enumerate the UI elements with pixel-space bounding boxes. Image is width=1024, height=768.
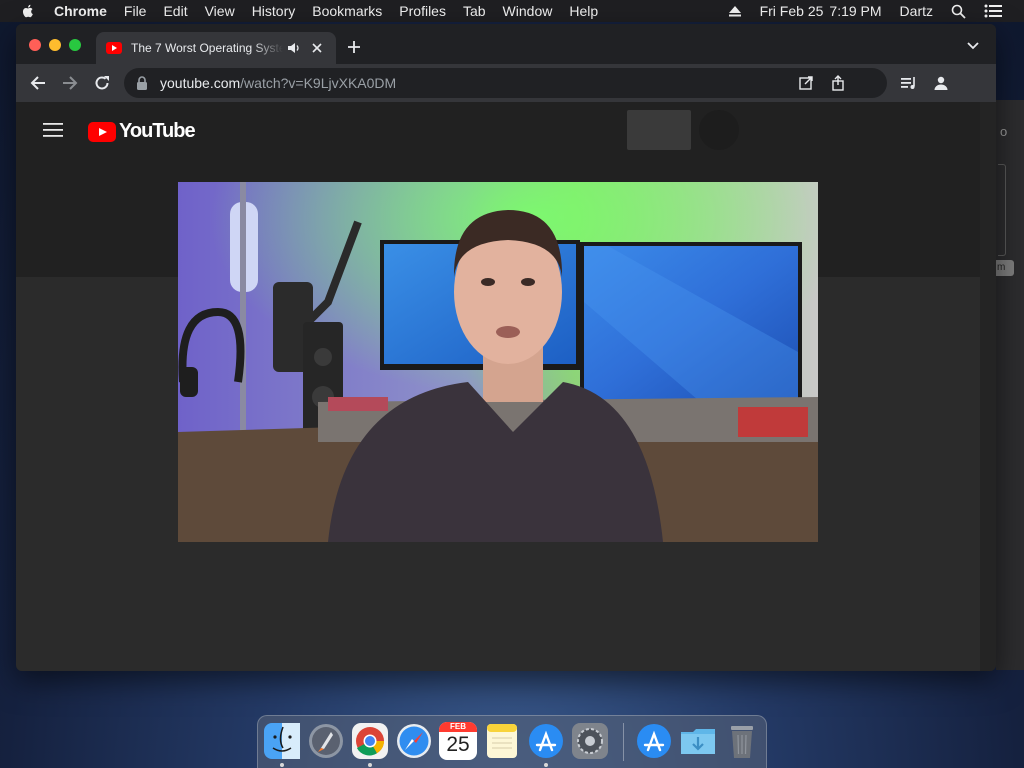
app-store-recent-icon[interactable] (635, 722, 673, 760)
youtube-favicon-icon (106, 42, 122, 54)
menu-profiles[interactable]: Profiles (399, 3, 446, 19)
window-close-button[interactable] (29, 39, 41, 51)
background-window-tag: m (996, 260, 1014, 276)
calendar-month: FEB (439, 722, 477, 732)
menu-bar-time[interactable]: 7:19 PM (829, 3, 881, 19)
finder-icon[interactable] (263, 722, 301, 760)
web-page: YouTube (16, 102, 980, 671)
safari-icon[interactable] (395, 722, 433, 760)
downloads-folder-icon[interactable] (679, 722, 717, 760)
media-controls-icon[interactable] (900, 74, 918, 92)
address-bar[interactable]: youtube.com/watch?v=K9LjvXKA0DM (124, 68, 887, 98)
dock: FEB 25 (257, 715, 767, 768)
back-arrow-icon[interactable] (29, 74, 47, 92)
youtube-logo-text: YouTube (119, 120, 196, 142)
launchpad-icon[interactable] (307, 722, 345, 760)
menu-history[interactable]: History (252, 3, 296, 19)
menu-app-name[interactable]: Chrome (54, 3, 107, 19)
youtube-play-logo-icon (88, 121, 116, 142)
menu-bar-status: Fri Feb 25 7:19 PM Dartz (728, 0, 1024, 22)
app-store-icon[interactable] (527, 722, 565, 760)
profile-avatar-icon[interactable] (932, 74, 950, 92)
menu-bar: Chrome File Edit View History Bookmarks … (0, 0, 1024, 22)
chrome-window: The 7 Worst Operating Systems (16, 24, 996, 671)
share-icon[interactable] (830, 75, 846, 91)
menu-bar-date[interactable]: Fri Feb 25 (760, 3, 824, 19)
loading-placeholder-button (627, 110, 691, 150)
browser-toolbar: youtube.com/watch?v=K9LjvXKA0DM (16, 64, 996, 102)
spotlight-search-icon[interactable] (951, 4, 966, 19)
trash-icon[interactable] (723, 722, 761, 760)
forward-arrow-icon[interactable] (61, 74, 79, 92)
video-frame[interactable] (178, 182, 818, 542)
tab-youtube-video[interactable]: The 7 Worst Operating Systems (96, 32, 336, 64)
menu-file[interactable]: File (124, 3, 147, 19)
open-in-app-icon[interactable] (798, 75, 814, 91)
hamburger-menu-icon[interactable] (43, 122, 63, 138)
menu-view[interactable]: View (205, 3, 235, 19)
menu-edit[interactable]: Edit (163, 3, 187, 19)
apple-icon[interactable] (20, 3, 36, 19)
background-window-text: o (1000, 124, 1008, 139)
finder-running-indicator (280, 763, 284, 767)
page-scrollbar[interactable] (980, 102, 996, 671)
system-preferences-icon[interactable] (571, 722, 609, 760)
eject-icon[interactable] (728, 5, 742, 17)
tab-close-icon[interactable] (309, 40, 325, 56)
tab-strip: The 7 Worst Operating Systems (16, 24, 996, 64)
tab-title: The 7 Worst Operating Systems (131, 41, 283, 55)
new-tab-icon[interactable] (346, 39, 362, 55)
background-window-edge[interactable]: o m (996, 100, 1024, 670)
window-zoom-button[interactable] (69, 39, 81, 51)
menu-bookmarks[interactable]: Bookmarks (312, 3, 382, 19)
notes-icon[interactable] (483, 722, 521, 760)
window-minimize-button[interactable] (49, 39, 61, 51)
reload-icon[interactable] (93, 74, 111, 92)
speaker-icon[interactable] (287, 41, 301, 55)
calendar-day: 25 (446, 733, 470, 756)
menu-bar-user[interactable]: Dartz (900, 3, 933, 19)
control-center-icon[interactable] (984, 4, 1002, 18)
video-player[interactable] (178, 182, 818, 542)
calendar-icon[interactable]: FEB 25 (439, 722, 477, 760)
menu-help[interactable]: Help (569, 3, 598, 19)
lock-icon[interactable] (136, 76, 148, 90)
chevron-down-icon[interactable] (966, 41, 980, 51)
menu-window[interactable]: Window (503, 3, 553, 19)
loading-placeholder-avatar (699, 110, 739, 150)
app-store-running-indicator (544, 763, 548, 767)
chrome-icon[interactable] (351, 722, 389, 760)
dock-divider (623, 723, 624, 761)
url-text[interactable]: youtube.com/watch?v=K9LjvXKA0DM (160, 75, 396, 91)
youtube-logo[interactable]: YouTube (88, 120, 196, 143)
background-window-panel (998, 164, 1006, 256)
chrome-running-indicator (368, 763, 372, 767)
menu-tab[interactable]: Tab (463, 3, 486, 19)
